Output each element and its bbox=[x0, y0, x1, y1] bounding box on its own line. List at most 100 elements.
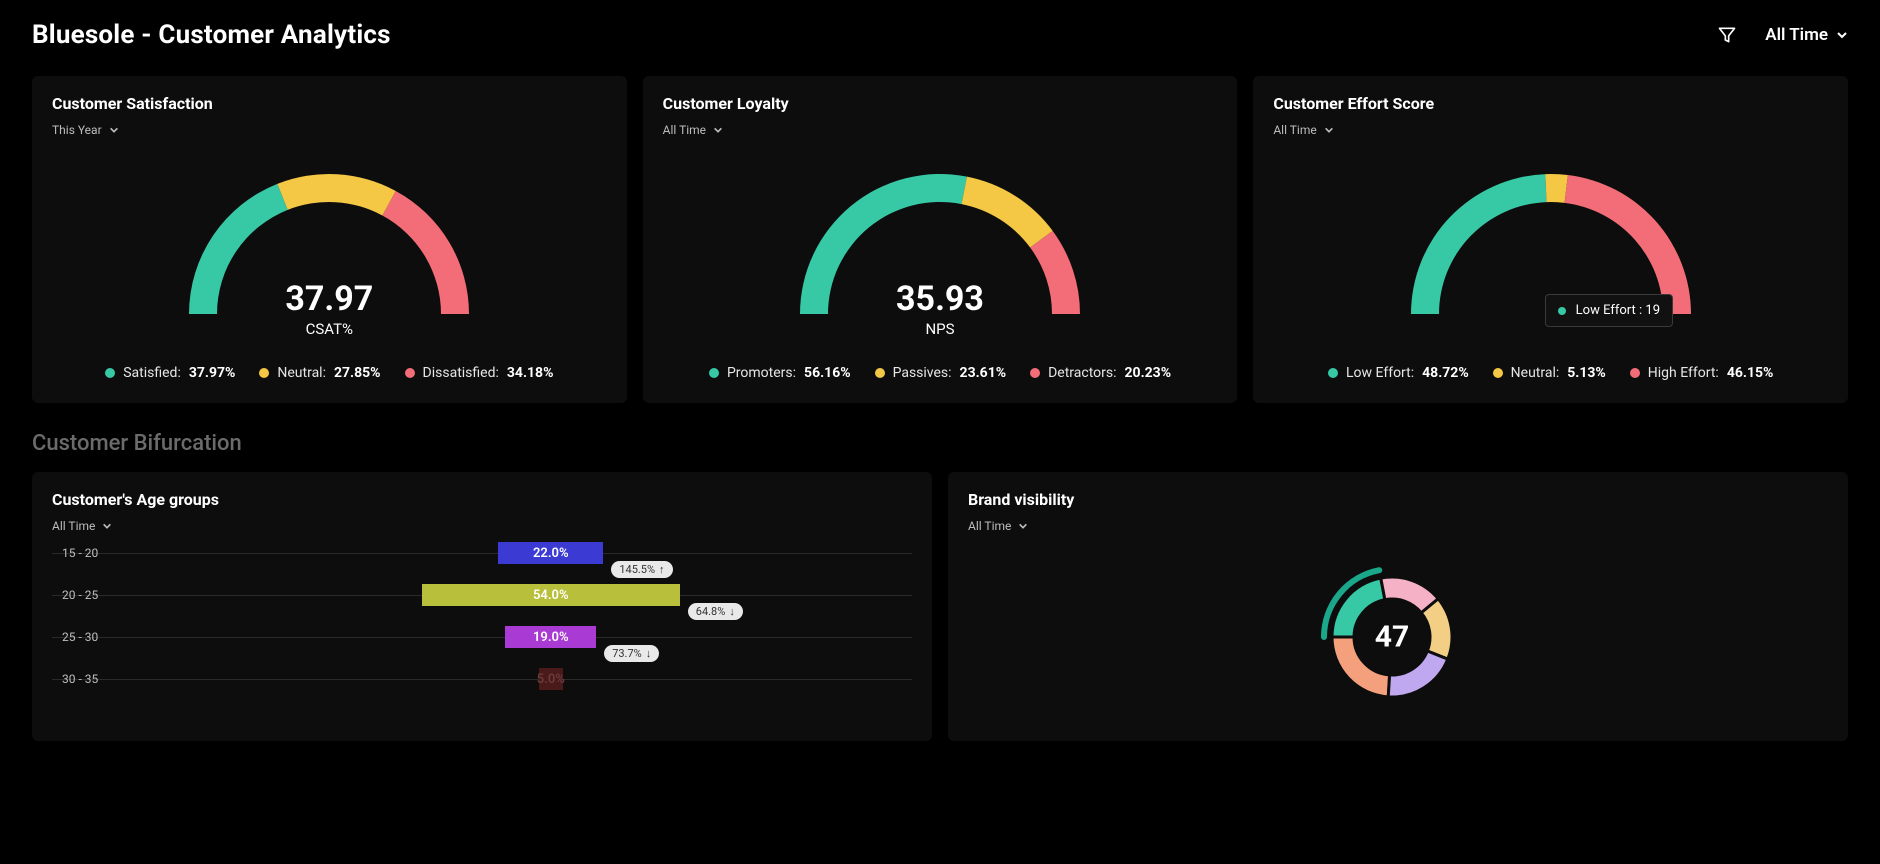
legend-dot-icon bbox=[1493, 368, 1503, 378]
card-time-label: All Time bbox=[663, 123, 706, 137]
legend-label: Detractors: bbox=[1048, 365, 1116, 381]
legend-dot-icon bbox=[405, 368, 415, 378]
chevron-down-icon bbox=[1323, 124, 1335, 136]
arrow-down-icon: ↓ bbox=[729, 605, 735, 618]
donut-slice[interactable] bbox=[1421, 599, 1452, 659]
legend-dot-icon bbox=[105, 368, 115, 378]
legend-label: Passives: bbox=[893, 365, 952, 381]
funnel-gridline bbox=[52, 679, 912, 680]
gauge-segment[interactable] bbox=[962, 177, 1053, 248]
legend-value: 34.18% bbox=[507, 365, 554, 381]
legend-item[interactable]: Low Effort: 48.72% bbox=[1328, 365, 1469, 381]
donut-slice[interactable] bbox=[1388, 651, 1448, 697]
gauge-segment[interactable] bbox=[1411, 174, 1546, 314]
gauge-segment[interactable] bbox=[383, 191, 470, 314]
funnel-row-label: 20 - 25 bbox=[62, 588, 98, 602]
legend-label: Satisfied: bbox=[123, 365, 181, 381]
funnel-delta-badge: 64.8%↓ bbox=[688, 603, 743, 620]
donut-center-value: 47 bbox=[1375, 620, 1409, 655]
funnel-bar[interactable]: 19.0% bbox=[505, 626, 596, 648]
gauge-label: NPS bbox=[896, 320, 984, 338]
card-title: Customer Satisfaction bbox=[52, 94, 607, 113]
funnel-bar[interactable]: 22.0% bbox=[498, 542, 603, 564]
card-title: Brand visibility bbox=[968, 490, 1828, 509]
legend-value: 23.61% bbox=[960, 365, 1007, 381]
legend-dot-icon bbox=[1630, 368, 1640, 378]
time-range-dropdown[interactable]: All Time bbox=[1765, 25, 1848, 45]
section-heading-bifurcation: Customer Bifurcation bbox=[32, 431, 1848, 456]
gauge-segment[interactable] bbox=[1030, 231, 1080, 314]
card-time-dropdown[interactable]: All Time bbox=[52, 519, 113, 533]
legend-dot-icon bbox=[875, 368, 885, 378]
arrow-down-icon: ↓ bbox=[646, 647, 652, 660]
card-title: Customer's Age groups bbox=[52, 490, 912, 509]
legend-dot-icon bbox=[259, 368, 269, 378]
gauge-value: 35.93 bbox=[896, 282, 984, 316]
delta-value: 145.5% bbox=[619, 563, 655, 576]
legend-item[interactable]: Detractors: 20.23% bbox=[1030, 365, 1171, 381]
legend-value: 27.85% bbox=[334, 365, 381, 381]
page-title: Bluesole - Customer Analytics bbox=[32, 20, 391, 50]
card-gauge: Customer Satisfaction This Year 37.97 CS… bbox=[32, 76, 627, 403]
tooltip-dot-icon bbox=[1558, 307, 1566, 315]
funnel-row-label: 30 - 35 bbox=[62, 672, 98, 686]
legend-value: 5.13% bbox=[1567, 365, 1606, 381]
funnel-gridline bbox=[52, 553, 912, 554]
legend-dot-icon bbox=[1328, 368, 1338, 378]
delta-value: 73.7% bbox=[612, 647, 642, 660]
legend-item[interactable]: Dissatisfied: 34.18% bbox=[405, 365, 554, 381]
legend-label: Neutral: bbox=[1511, 365, 1560, 381]
funnel-gridline bbox=[52, 637, 912, 638]
gauge-segment[interactable] bbox=[278, 174, 396, 216]
chevron-down-icon bbox=[108, 124, 120, 136]
legend-item[interactable]: Passives: 23.61% bbox=[875, 365, 1007, 381]
brand-donut-chart: 47 bbox=[1308, 549, 1488, 719]
funnel-bar[interactable]: 54.0% bbox=[422, 584, 680, 606]
card-title: Customer Loyalty bbox=[663, 94, 1218, 113]
chevron-down-icon bbox=[101, 520, 113, 532]
card-title: Customer Effort Score bbox=[1273, 94, 1828, 113]
funnel-bar[interactable]: 5.0% bbox=[539, 668, 563, 690]
legend-item[interactable]: Neutral: 5.13% bbox=[1493, 365, 1606, 381]
card-brand-visibility: Brand visibility All Time 47 bbox=[948, 472, 1848, 741]
gauge-value: 37.97 bbox=[285, 282, 373, 316]
chevron-down-icon bbox=[712, 124, 724, 136]
funnel-row-label: 25 - 30 bbox=[62, 630, 98, 644]
gauge-label: CSAT% bbox=[285, 320, 373, 338]
card-time-dropdown[interactable]: This Year bbox=[52, 123, 120, 137]
legend-value: 20.23% bbox=[1125, 365, 1172, 381]
legend-value: 56.16% bbox=[804, 365, 851, 381]
card-gauge: Customer Loyalty All Time 35.93 NPS Prom… bbox=[643, 76, 1238, 403]
chevron-down-icon bbox=[1017, 520, 1029, 532]
card-time-dropdown[interactable]: All Time bbox=[1273, 123, 1334, 137]
time-range-label: All Time bbox=[1765, 25, 1828, 45]
legend-label: Dissatisfied: bbox=[423, 365, 499, 381]
card-time-dropdown[interactable]: All Time bbox=[968, 519, 1029, 533]
funnel-delta-badge: 145.5% ↑ bbox=[611, 561, 672, 578]
filter-icon[interactable] bbox=[1717, 25, 1737, 45]
chart-tooltip: Low Effort : 19 bbox=[1545, 294, 1673, 327]
legend-label: High Effort: bbox=[1648, 365, 1719, 381]
legend-item[interactable]: Neutral: 27.85% bbox=[259, 365, 380, 381]
legend-item[interactable]: Satisfied: 37.97% bbox=[105, 365, 235, 381]
arrow-up-icon: ↑ bbox=[659, 563, 665, 576]
legend-label: Promoters: bbox=[727, 365, 796, 381]
legend-label: Neutral: bbox=[277, 365, 326, 381]
gauge-segment[interactable] bbox=[1545, 174, 1568, 203]
chevron-down-icon bbox=[1836, 29, 1848, 41]
card-time-label: This Year bbox=[52, 123, 102, 137]
legend-value: 48.72% bbox=[1422, 365, 1469, 381]
funnel-delta-badge: 73.7% ↓ bbox=[604, 645, 659, 662]
card-time-label: All Time bbox=[968, 519, 1011, 533]
gauge-segment[interactable] bbox=[189, 184, 288, 314]
card-age-groups: Customer's Age groups All Time 15 - 20 22… bbox=[32, 472, 932, 741]
funnel-row-label: 15 - 20 bbox=[62, 546, 98, 560]
legend-item[interactable]: High Effort: 46.15% bbox=[1630, 365, 1774, 381]
delta-value: 64.8% bbox=[696, 605, 726, 618]
legend-dot-icon bbox=[709, 368, 719, 378]
card-time-dropdown[interactable]: All Time bbox=[663, 123, 724, 137]
legend-label: Low Effort: bbox=[1346, 365, 1414, 381]
legend-dot-icon bbox=[1030, 368, 1040, 378]
legend-item[interactable]: Promoters: 56.16% bbox=[709, 365, 851, 381]
card-gauge: Customer Effort Score All Time Low Effor… bbox=[1253, 76, 1848, 403]
